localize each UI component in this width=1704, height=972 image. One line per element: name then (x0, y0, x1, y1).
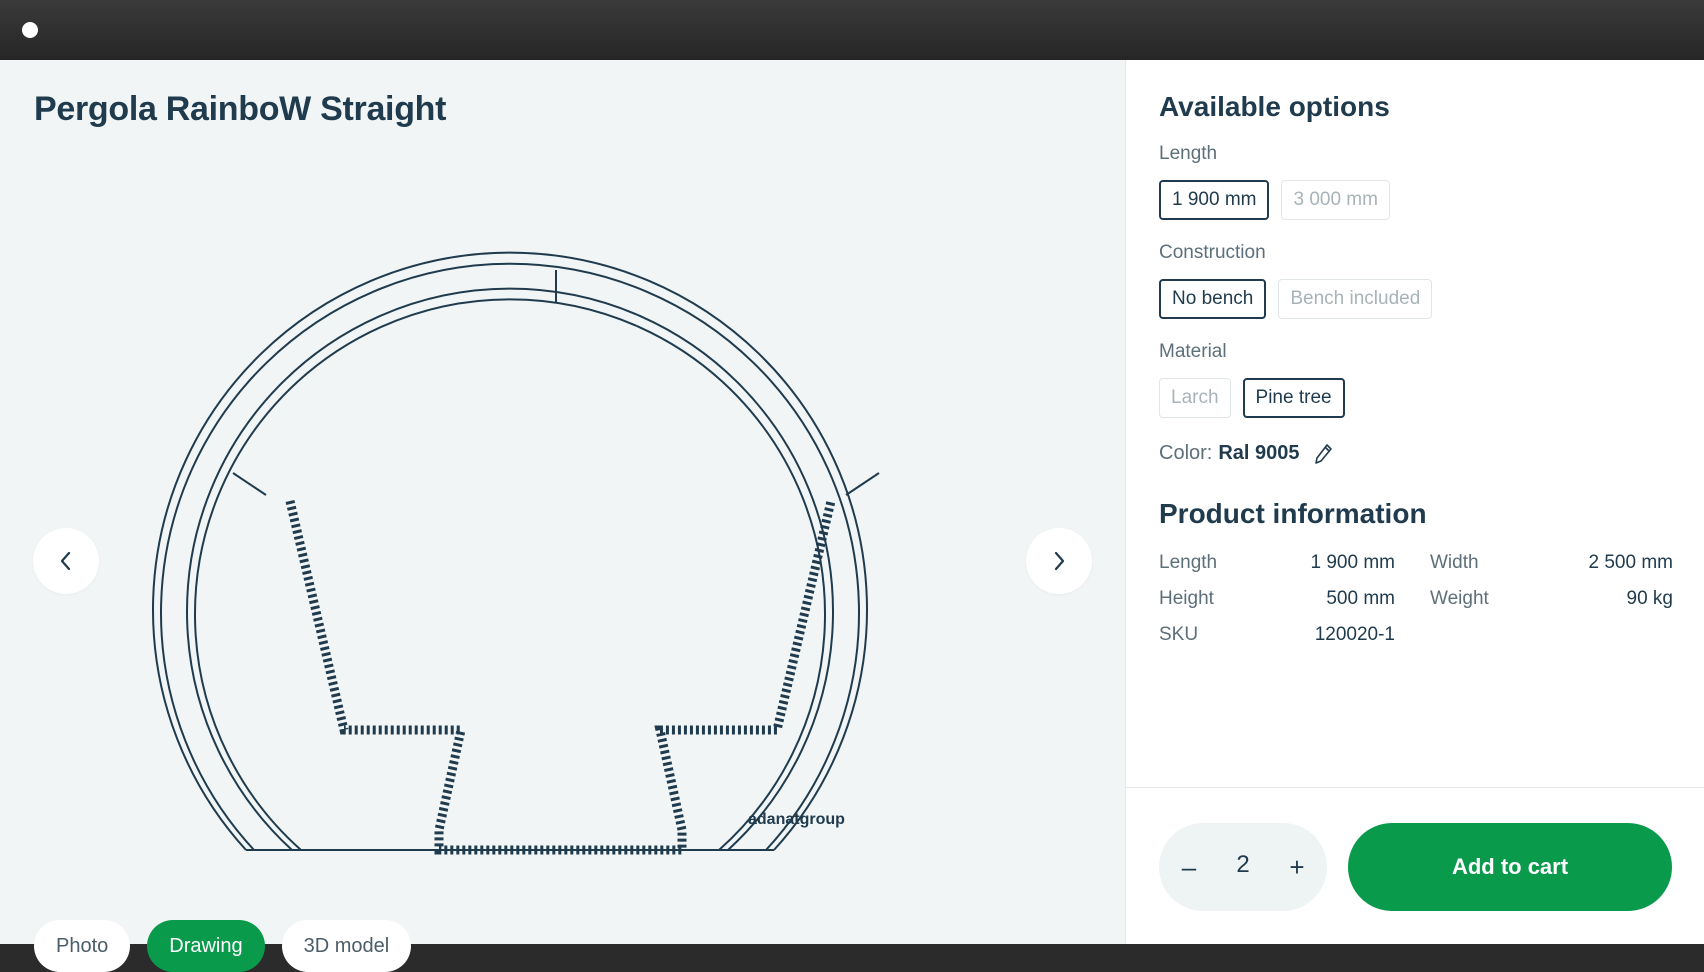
edit-color-button[interactable] (1306, 443, 1334, 465)
tab-3d-model[interactable]: 3D model (281, 920, 412, 972)
previous-image-button[interactable] (33, 528, 99, 594)
add-to-cart-button[interactable]: Add to cart (1348, 823, 1672, 911)
view-mode-tabs: Photo Drawing 3D model (34, 920, 412, 972)
tab-photo[interactable]: Photo (34, 920, 131, 972)
chevron-right-icon (1054, 551, 1065, 571)
length-options: 1 900 mm 3 000 mm (1159, 180, 1390, 220)
panel-divider (1126, 787, 1704, 788)
info-value: 1 900 mm (1310, 552, 1395, 573)
info-value: 2 500 mm (1588, 552, 1673, 573)
product-viewer: Pergola RainboW Straight adanatgroup Pho… (0, 60, 1125, 972)
info-key: Length (1159, 552, 1218, 573)
length-label: Length (1159, 143, 1218, 164)
chevron-left-icon (60, 551, 71, 571)
arch-outer-inner (160, 262, 860, 851)
arch-inner (186, 287, 834, 851)
next-image-button[interactable] (1026, 528, 1092, 594)
material-label: Material (1159, 341, 1227, 362)
bench-slats (285, 499, 836, 855)
info-key: Height (1159, 588, 1214, 609)
info-value: 90 kg (1626, 588, 1673, 609)
brand-watermark: adanatgroup (748, 811, 845, 828)
color-value: Ral 9005 (1218, 442, 1300, 464)
tab-drawing[interactable]: Drawing (147, 920, 265, 972)
info-key: SKU (1159, 624, 1199, 645)
color-row: Color: Ral 9005 (1159, 442, 1334, 465)
info-value: 500 mm (1326, 588, 1395, 609)
quantity-value: 2 (1236, 851, 1250, 878)
construction-options: No bench Bench included (1159, 279, 1433, 319)
arch-inner-inner (194, 298, 826, 851)
construction-label: Construction (1159, 242, 1266, 263)
pencil-icon (1314, 443, 1332, 464)
info-key: Width (1430, 552, 1479, 573)
construction-option-no-bench[interactable]: No bench (1159, 279, 1267, 319)
options-panel: Available options Length 1 900 mm 3 000 … (1125, 60, 1704, 944)
window-titlebar (0, 0, 1704, 60)
construction-option-bench-included[interactable]: Bench included (1278, 279, 1433, 319)
material-option-pine-tree[interactable]: Pine tree (1242, 378, 1345, 418)
product-info-heading: Product information (1159, 498, 1427, 529)
info-value: 120020-1 (1314, 624, 1395, 645)
page-title: Pergola RainboW Straight (34, 90, 447, 128)
window-dot-icon[interactable] (22, 22, 38, 38)
info-row: Height 500 mm Weight 90 kg (1159, 588, 1673, 614)
info-row: SKU 120020-1 (1159, 624, 1673, 650)
decrease-quantity-button[interactable]: – (1167, 843, 1211, 891)
length-option-1900[interactable]: 1 900 mm (1159, 180, 1270, 220)
arch-outer (152, 251, 868, 851)
info-row: Length 1 900 mm Width 2 500 mm (1159, 552, 1673, 578)
options-heading: Available options (1159, 91, 1390, 122)
material-options: Larch Pine tree (1159, 378, 1345, 418)
product-drawing: adanatgroup (152, 251, 880, 855)
color-label: Color: (1159, 442, 1213, 464)
increase-quantity-button[interactable]: + (1275, 843, 1319, 891)
material-option-larch[interactable]: Larch (1159, 378, 1231, 418)
quantity-stepper: – 2 + (1159, 823, 1327, 911)
info-key: Weight (1430, 588, 1489, 609)
length-option-3000[interactable]: 3 000 mm (1281, 180, 1390, 220)
